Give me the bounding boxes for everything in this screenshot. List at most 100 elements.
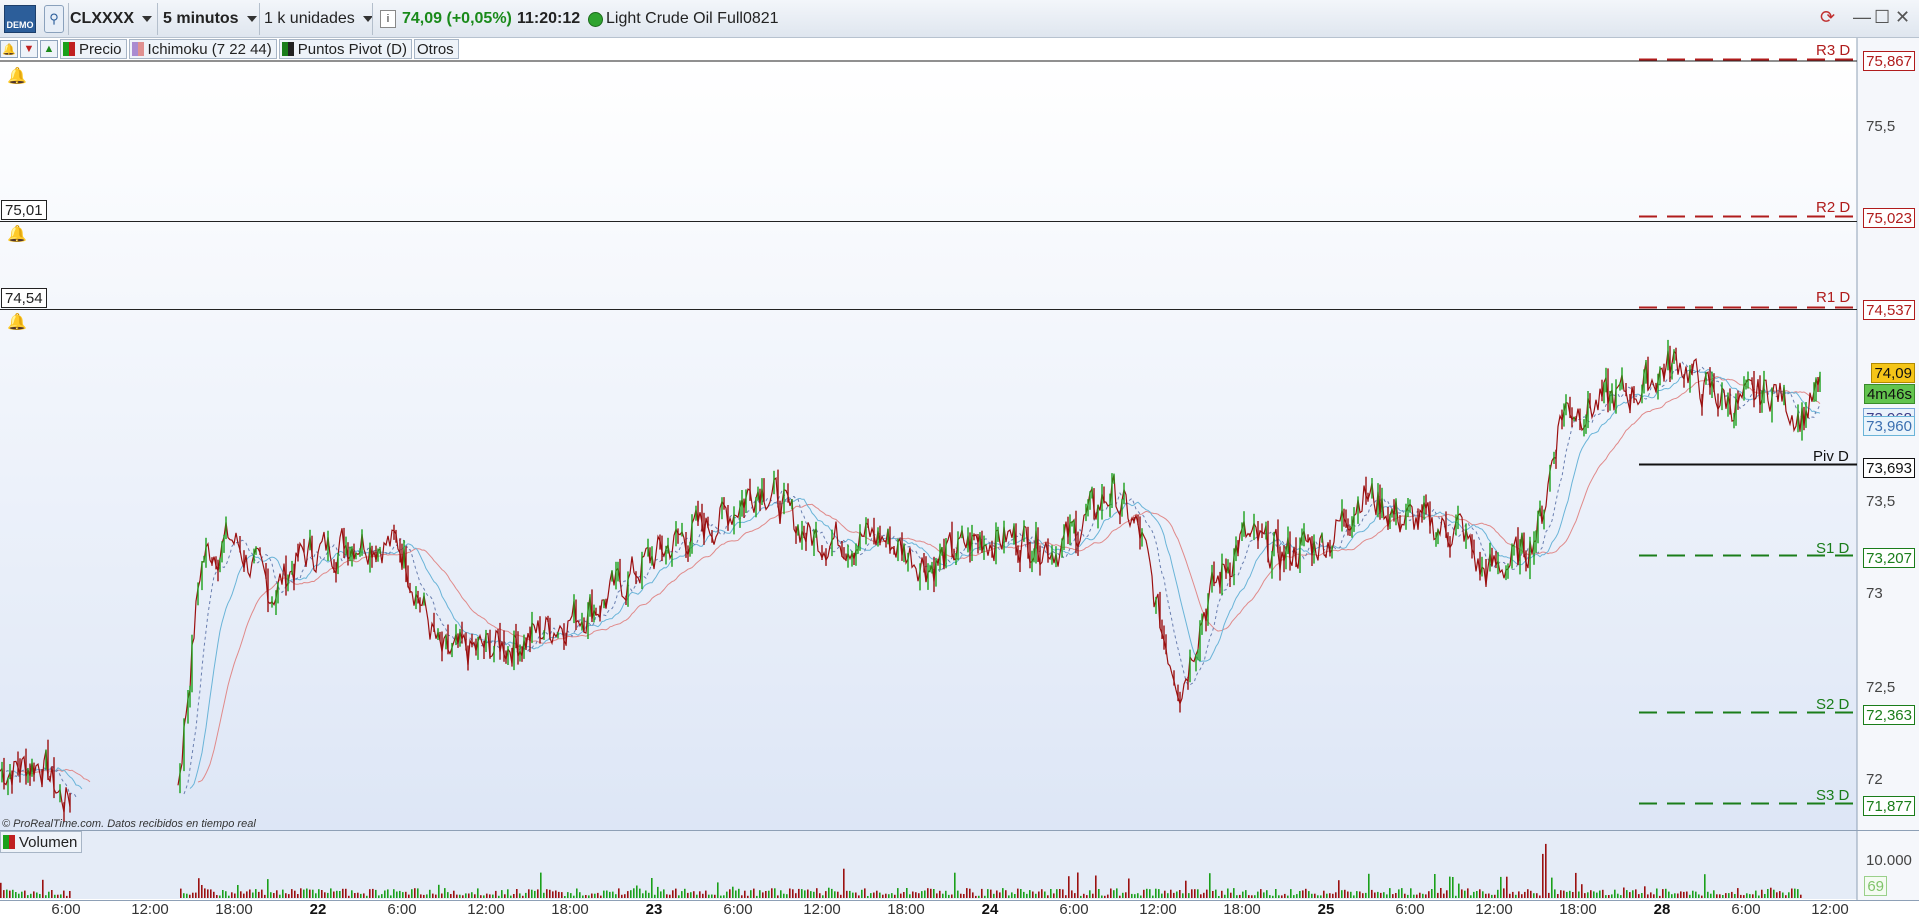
volume-bar [1569,890,1571,898]
volume-bar [1365,892,1367,898]
volume-bar [1068,876,1070,898]
price-chart[interactable] [0,0,1919,923]
volume-bar [459,894,461,898]
volume-bar [336,890,338,898]
volume-bar [1479,889,1481,898]
volume-bar [798,888,800,898]
volume-bar [1683,891,1685,898]
volume-bar [1089,890,1091,898]
volume-bar [732,886,734,898]
volume-bar [690,892,692,898]
volume-bar [300,888,302,898]
volume-bar [1545,843,1547,898]
volume-bar [1563,890,1565,898]
volume-bar [540,872,542,898]
volume-bar [1509,893,1511,898]
volume-bar [921,891,923,898]
volume-bar [1698,894,1700,898]
volume-bar [1236,895,1238,898]
volume-bar [726,891,728,898]
volume-bar [1137,893,1139,898]
volume-bar [999,892,1001,898]
volume-bar [969,888,971,898]
volume-bar [858,895,860,898]
volume-bar [522,895,524,898]
volume-bar [1374,892,1376,898]
volume-bar [1140,895,1142,898]
volume-bar [12,889,14,898]
alert-bell-icon[interactable]: 🔔 [6,224,28,246]
volume-bar [1575,872,1577,898]
volume-bar [915,892,917,898]
volume-bar [750,890,752,898]
volume-bar [1485,893,1487,898]
volume-bar [36,892,38,898]
volume-bar [1047,895,1049,898]
volume-bar [744,890,746,898]
volume-bar [1422,893,1424,899]
volume-bar [1473,891,1475,898]
copyright-notice: © ProRealTime.com. Datos recibidos en ti… [2,818,256,830]
volume-bar [426,894,428,898]
volume-bar [651,878,653,898]
volume-bar [786,894,788,898]
alert-bell-icon[interactable]: 🔔 [6,312,28,334]
volume-bar [573,895,575,898]
volume-bar [1701,895,1703,898]
volume-bar [1491,894,1493,898]
volume-bar [996,890,998,898]
volume-bar [3,890,5,898]
volume-bar [1458,883,1460,898]
volume-bar [1716,894,1718,898]
volume-bar [1266,890,1268,898]
hline-tag-lower[interactable]: 74,54 [1,288,47,308]
volume-bar [45,895,47,898]
volume-bar [1215,889,1217,898]
volume-bar [615,894,617,898]
volume-bar [1188,893,1190,898]
pivot-piv-label: Piv D [1813,448,1849,465]
volume-bar [264,894,266,898]
volume-bar [696,894,698,898]
volume-bar [1353,895,1355,898]
volume-bar [210,889,212,898]
hline-tag-upper[interactable]: 75,01 [1,200,47,220]
volume-bar [33,891,35,898]
volume-bar [432,893,434,898]
volume-bar [687,892,689,898]
volume-bar [1449,876,1451,898]
volume-bar [1440,888,1442,898]
alert-bell-icon[interactable]: 🔔 [6,66,28,88]
volume-bar [360,893,362,898]
volume-bar [891,893,893,898]
time-tick: 18:00 [887,901,925,918]
volume-bar [1197,889,1199,898]
volume-indicator[interactable]: Volumen [0,831,83,853]
volume-bar [543,892,545,898]
volume-bar [597,892,599,898]
volume-bar [1305,888,1307,898]
volume-bar [447,892,449,898]
pivot-s1-value: 73,207 [1863,548,1915,568]
volume-bar [1341,890,1343,898]
volume-bar [63,890,65,898]
pivot-r3-value: 75,867 [1863,51,1915,71]
volume-bar [1791,888,1793,898]
volume-bar [213,891,215,898]
volume-bar [924,890,926,898]
volume-bar [1338,880,1340,898]
volume-bar [1800,894,1802,898]
volume-bar [1335,892,1337,898]
volume-bar [1797,889,1799,898]
volume-bar [495,890,497,898]
volume-bar [1410,888,1412,898]
volume-bar [1560,890,1562,898]
volume-bar [1635,889,1637,898]
volume-bar [738,888,740,898]
volume-bar [1329,893,1331,898]
volume-bar [1194,889,1196,898]
volume-bar [285,893,287,898]
volume-bar [420,894,422,898]
volume-bar [879,892,881,898]
volume-bar [456,894,458,898]
